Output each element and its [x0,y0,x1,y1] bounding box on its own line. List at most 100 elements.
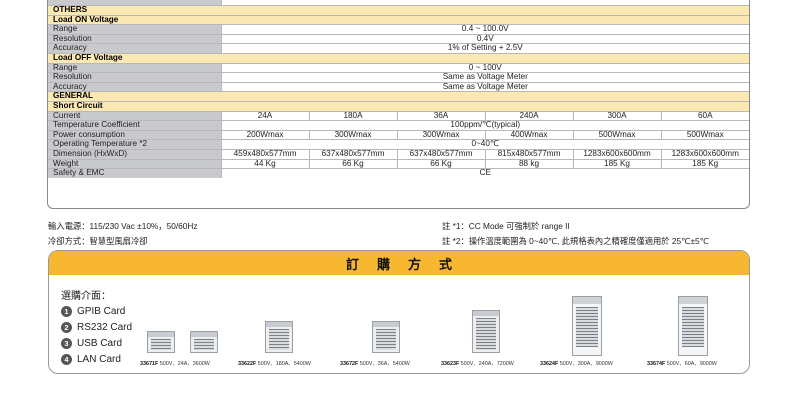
product-image-33672f [372,321,400,353]
current-cell: 180A [308,110,397,121]
ordering-panel: 訂購方式 選購介面： 1 GPIB Card 2 RS232 Card 3 USB C… [48,250,750,374]
product-image-33622f [265,321,293,353]
dimension-cell: 637x480x577mm [396,148,485,159]
model-number: 33674F [647,361,666,367]
row-label: Accuracy [48,43,221,54]
model-caption: 33672F 500V、36A、5400W [340,359,410,367]
current-cell: 24A [220,110,309,121]
spec-row: Power consumption 200Wmax 300Wmax 300Wma… [48,129,749,140]
load-on-title: Load ON Voltage [48,14,749,25]
model-number: 33622F [238,361,257,367]
model-caption: 33623F 500V、240A、7200W [441,359,514,367]
row-label: Resolution [48,72,221,83]
row-label: Safety & EMC [48,168,221,178]
section-general: GENERAL [48,91,749,102]
model-number: 33671F [140,361,159,367]
safety-value: CE [220,168,749,178]
row-label: Current [48,110,221,121]
interface-label: RS232 Card [77,322,133,333]
product-image-33674f [678,296,708,356]
dimension-cell: 1283x600x600mm [572,148,661,159]
footnote-2: 註 *2：操作溫度範圍為 0~40℃, 此規格表內之精確度僅適用於 25℃±5℃ [442,236,709,246]
current-cell: 60A [660,110,749,121]
weight-cell: 66 Kg [396,158,485,169]
load-off-title: Load OFF Voltage [48,52,749,64]
model-spec: 500V、300A、9000W [558,361,613,367]
number-badge-icon: 3 [61,338,72,349]
op-temp-value: 0~40℃ [220,139,749,150]
power-cell: 300Wmax [308,129,397,140]
power-input-note: 輸入電源：115/230 Vac ±10%，50/60Hz [48,221,198,231]
interface-item: 3 USB Card [61,338,122,349]
spec-row: Dimension (HxWxD) 459x480x577mm 637x480x… [48,148,749,159]
dimension-cell: 459x480x577mm [220,148,309,159]
current-cell: 36A [396,110,485,121]
spec-row: Resolution 0.4V [48,33,749,44]
model-caption: 33671F 500V、24A、3600W [140,359,210,367]
dimension-cell: 815x480x577mm [484,148,573,159]
subsection-row: Load OFF Voltage [48,52,749,64]
current-cell: 240A [484,110,573,121]
interface-title: 選購介面： [61,291,111,302]
spec-table-frame: OTHERS Load ON Voltage Range 0.4 ~ 100.0V… [47,0,750,209]
row-label: Power consumption [48,129,221,140]
dimension-cell: 637x480x577mm [308,148,397,159]
spec-row: Accuracy 1% of Setting + 2.5V [48,43,749,54]
spec-row: Operating Temperature *2 0~40℃ [48,139,749,150]
number-badge-icon: 4 [61,354,72,365]
model-caption: 33674F 500V、60A、9000W [647,359,717,367]
row-label: Operating Temperature *2 [48,139,221,150]
interface-item: 4 LAN Card [61,354,121,365]
spec-row: Range 0 ~ 100V [48,62,749,73]
product-image-33671f-b [190,331,218,353]
row-label: Dimension (HxWxD) [48,148,221,159]
spec-row: Temperature Coefficient 100ppm/℃(typical) [48,120,749,131]
load-on-range: 0.4 ~ 100.0V [220,24,749,35]
row-label: Temperature Coefficient [48,120,221,131]
power-cell: 300Wmax [396,129,485,140]
spec-table: OTHERS Load ON Voltage Range 0.4 ~ 100.0V… [48,0,749,178]
load-off-accuracy: Same as Voltage Meter [220,81,749,92]
product-image-33671f-a [147,331,175,353]
weight-cell: 66 Kg [308,158,397,169]
load-on-accuracy: 1% of Setting + 2.5V [220,43,749,54]
interface-label: USB Card [77,338,123,349]
spec-row: Resolution Same as Voltage Meter [48,72,749,83]
dimension-cell: 1283x600x600mm [660,148,749,159]
section-row: GENERAL [48,91,749,102]
spec-row: Weight 44 Kg 66 Kg 66 Kg 88 kg 185 Kg 18… [48,158,749,169]
weight-cell: 185 Kg [660,158,749,169]
model-spec: 500V、24A、3600W [158,361,210,367]
subsection-row: Short Circuit [48,100,749,112]
product-image-33624f [572,296,602,356]
model-caption: 33622F 500V、180A、5400W [238,359,311,367]
row-label: Resolution [48,33,221,44]
weight-cell: 44 Kg [220,158,309,169]
ordering-header: 訂購方式 [49,251,749,275]
interface-label: GPIB Card [77,306,126,317]
power-cell: 400Wmax [484,129,573,140]
ordering-title: 訂購方式 [345,256,470,272]
subsection-row: Load ON Voltage [48,14,749,25]
model-number: 33623F [441,361,460,367]
model-caption: 33624F 500V、300A、9000W [540,359,613,367]
model-spec: 500V、60A、9000W [665,361,717,367]
weight-cell: 88 kg [484,158,573,169]
spec-row: Accuracy Same as Voltage Meter [48,81,749,92]
interface-item: 1 GPIB Card [61,306,125,317]
power-cell: 500Wmax [572,129,661,140]
model-spec: 500V、36A、5400W [358,361,410,367]
weight-cell: 185 Kg [572,158,661,169]
model-number: 33624F [540,361,559,367]
power-cell: 500Wmax [660,129,749,140]
footnote-1: 註 *1：CC Mode 可強制於 range II [442,221,570,231]
load-off-resolution: Same as Voltage Meter [220,72,749,83]
row-label: Accuracy [48,81,221,92]
spec-row: Current 24A 180A 36A 240A 300A 60A [48,110,749,121]
model-spec: 500V、180A、5400W [256,361,311,367]
spec-row: Safety & EMC CE [48,168,749,178]
interface-label: LAN Card [77,354,121,365]
row-label: Weight [48,158,221,169]
current-cell: 300A [572,110,661,121]
row-label: Range [48,62,221,73]
